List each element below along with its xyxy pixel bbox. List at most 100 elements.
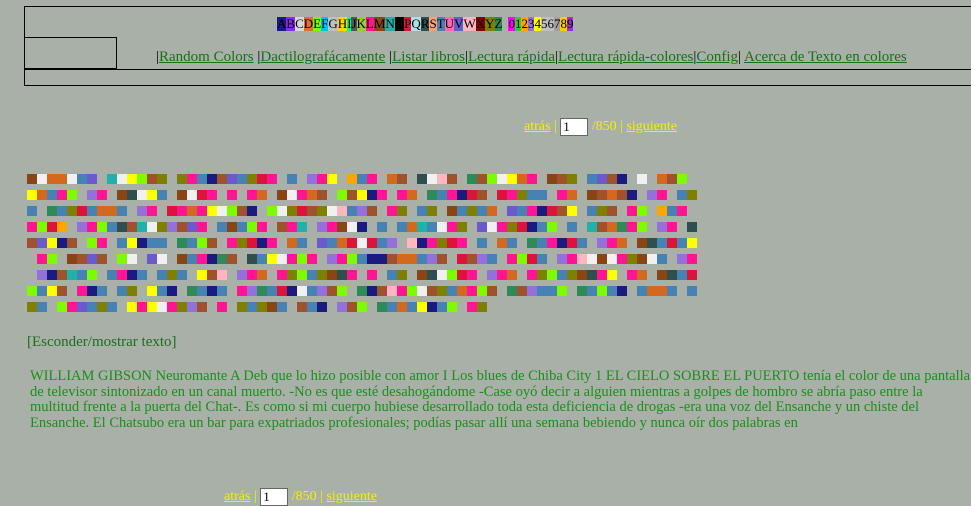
char-square	[67, 190, 77, 200]
char-square	[337, 302, 347, 312]
char-square	[347, 238, 357, 248]
char-square	[87, 286, 97, 296]
char-square	[417, 174, 427, 184]
char-square	[447, 286, 457, 296]
char-square	[117, 286, 127, 296]
char-square	[127, 254, 137, 264]
char-square	[97, 254, 107, 264]
char-square	[607, 238, 617, 248]
legend-char: C	[295, 16, 304, 31]
char-square	[197, 302, 207, 312]
next-link[interactable]: siguiente	[626, 119, 677, 134]
char-square	[397, 222, 407, 232]
char-square	[377, 238, 387, 248]
char-square	[667, 222, 677, 232]
char-square	[547, 238, 557, 248]
char-square	[167, 222, 177, 232]
char-square	[207, 174, 217, 184]
nav-list-books[interactable]: Listar libros	[392, 49, 465, 65]
char-square	[457, 206, 467, 216]
char-square	[177, 222, 187, 232]
char-square	[347, 206, 357, 216]
legend-char: F	[321, 16, 329, 31]
char-square	[547, 270, 557, 280]
char-square	[197, 206, 207, 216]
char-square	[477, 206, 487, 216]
char-square	[297, 206, 307, 216]
char-square	[327, 174, 337, 184]
char-square	[507, 270, 517, 280]
char-square	[467, 270, 477, 280]
char-square	[327, 254, 337, 264]
nav-random-colors[interactable]: Random Colors	[159, 49, 254, 65]
char-square	[567, 254, 577, 264]
char-square	[397, 174, 407, 184]
char-square	[517, 286, 527, 296]
char-square	[157, 254, 167, 264]
page-input-bottom[interactable]	[260, 488, 289, 506]
char-square	[187, 254, 197, 264]
char-square	[87, 222, 97, 232]
char-square	[337, 270, 347, 280]
char-square	[77, 206, 87, 216]
nav-speed-read[interactable]: Lectura rápida	[468, 49, 555, 65]
char-square	[317, 174, 327, 184]
legend-char: W	[463, 16, 476, 31]
color-legend: ABCDEFGHIJKLMNOPQRSTUVWXYZ 0123456789	[277, 16, 574, 31]
char-square	[47, 222, 57, 232]
char-square	[197, 286, 207, 296]
char-square	[567, 206, 577, 216]
char-square	[577, 238, 587, 248]
char-square	[277, 270, 287, 280]
char-square	[37, 302, 47, 312]
char-square	[507, 206, 517, 216]
nav-about[interactable]: Acerca de Texto en colores	[744, 49, 907, 65]
char-square	[127, 302, 137, 312]
char-square	[597, 174, 607, 184]
char-square	[387, 174, 397, 184]
char-square	[127, 190, 137, 200]
char-square	[647, 238, 657, 248]
char-square	[77, 302, 87, 312]
char-square	[437, 222, 447, 232]
nav-speed-read-colors[interactable]: Lectura rápida-colores	[558, 49, 693, 65]
toggle-text-link[interactable]: [Esconder/mostrar texto]	[27, 334, 177, 351]
char-square	[27, 302, 37, 312]
char-square	[167, 286, 177, 296]
char-square	[107, 270, 117, 280]
nav-config[interactable]: Config	[696, 49, 738, 65]
next-link-bottom[interactable]: siguiente	[326, 489, 377, 504]
page-input[interactable]	[560, 118, 589, 136]
char-square	[457, 190, 467, 200]
char-square	[677, 238, 687, 248]
char-square	[517, 206, 527, 216]
char-square	[47, 254, 57, 264]
color-text-grid	[27, 174, 717, 334]
prev-link-bottom[interactable]: atrás	[224, 489, 250, 504]
char-square	[637, 174, 647, 184]
char-square	[527, 222, 537, 232]
char-square	[587, 270, 597, 280]
char-square	[637, 254, 647, 264]
char-square	[57, 190, 67, 200]
char-square	[657, 254, 667, 264]
char-square	[97, 222, 107, 232]
char-square	[537, 254, 547, 264]
char-square	[87, 270, 97, 280]
char-square	[417, 206, 427, 216]
char-square	[287, 174, 297, 184]
char-square	[417, 238, 427, 248]
char-square	[617, 190, 627, 200]
char-square	[367, 174, 377, 184]
char-square	[257, 190, 267, 200]
char-square	[587, 174, 597, 184]
char-square	[327, 286, 337, 296]
nav-typing[interactable]: Dactilografácamente	[260, 49, 385, 65]
char-square	[77, 270, 87, 280]
char-square	[127, 174, 137, 184]
char-square	[657, 270, 667, 280]
char-square	[627, 206, 637, 216]
char-square	[277, 222, 287, 232]
prev-link[interactable]: atrás	[524, 119, 550, 134]
char-square	[347, 190, 357, 200]
